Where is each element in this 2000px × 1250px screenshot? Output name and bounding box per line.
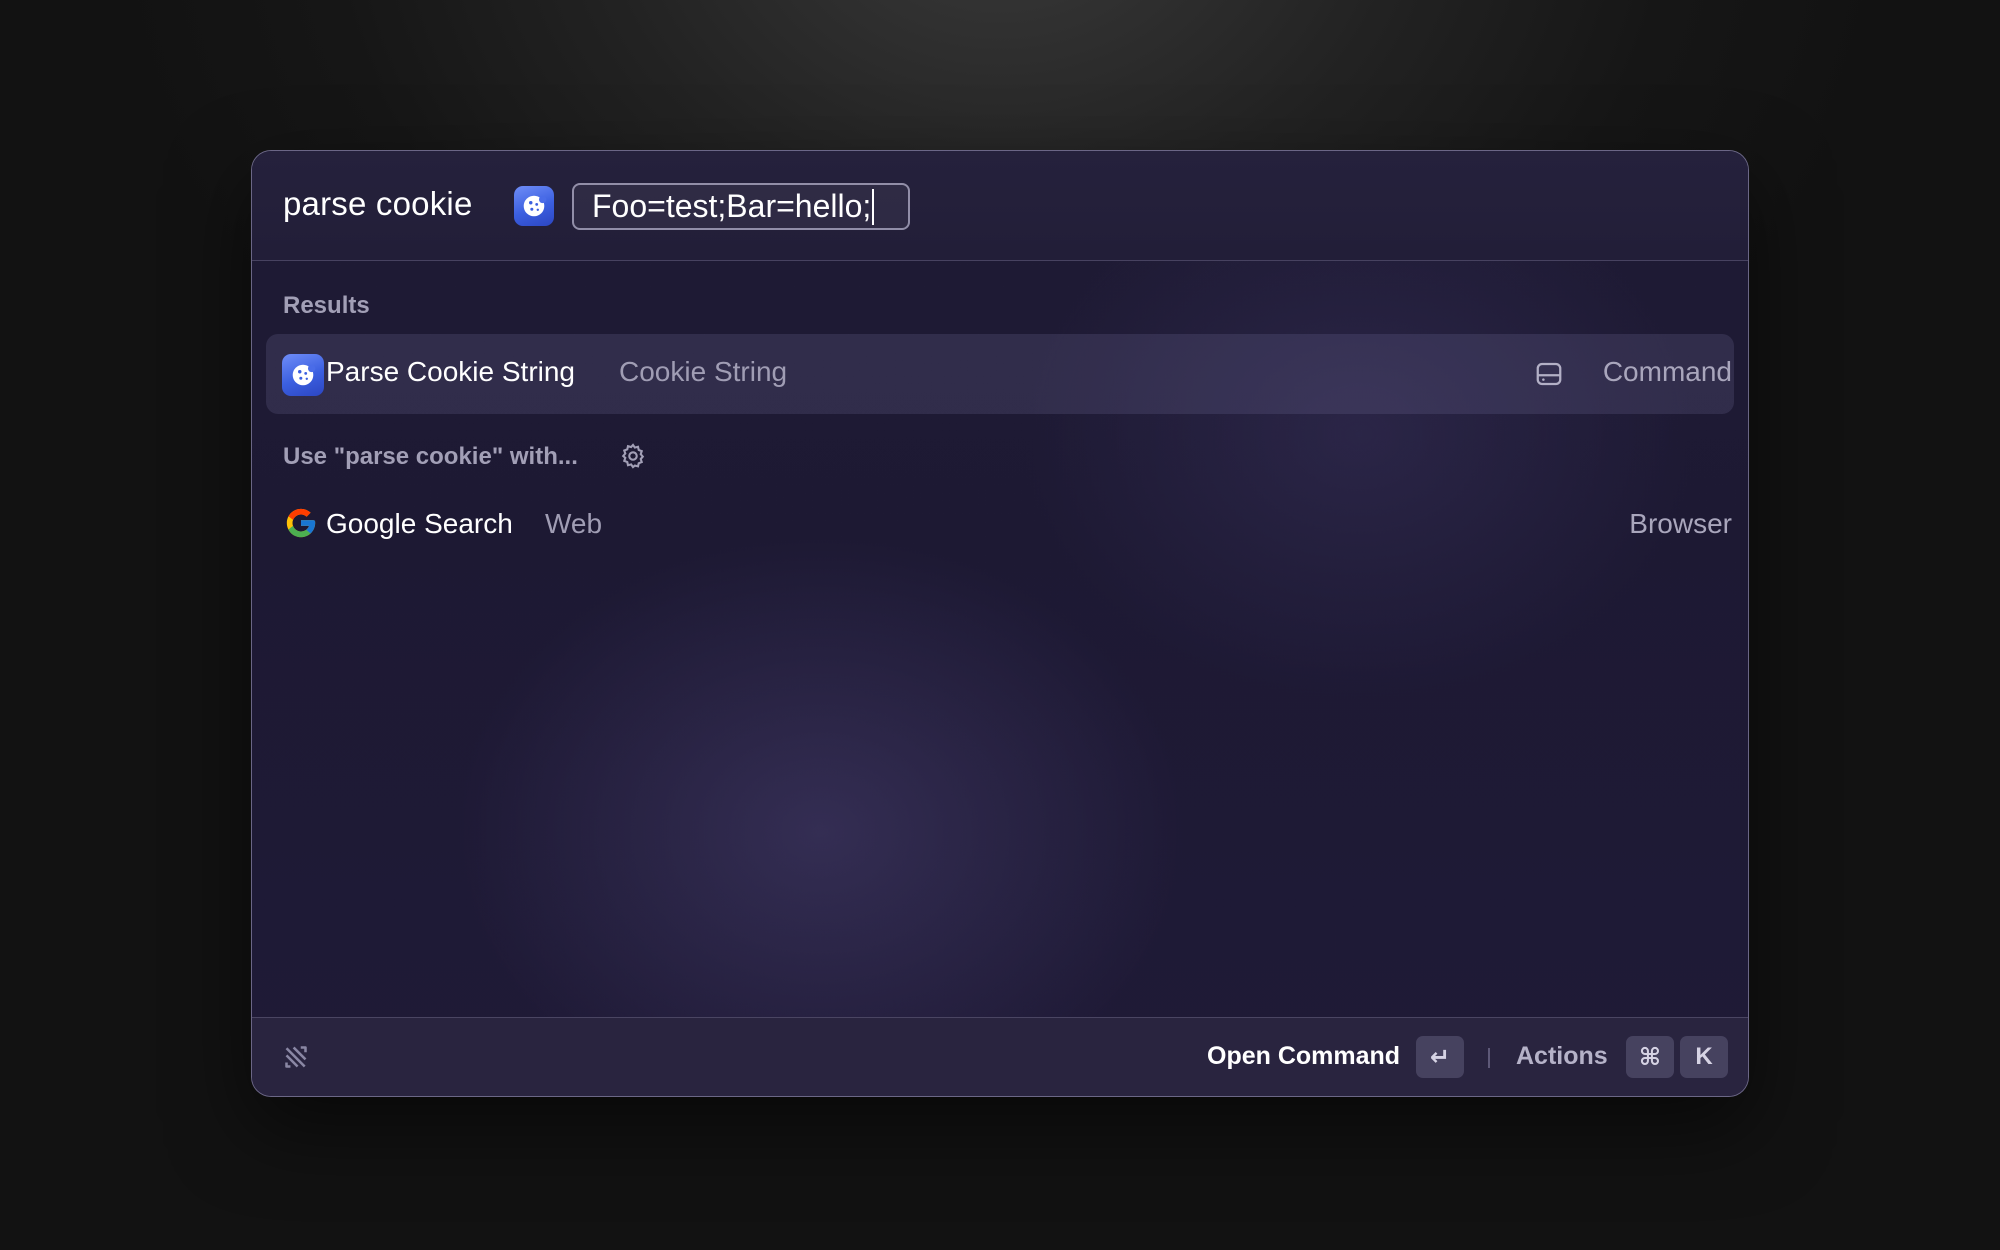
search-bar: parse cookie Foo=test;Bar=hello; — [252, 151, 1748, 261]
cookie-icon — [514, 186, 554, 226]
argument-input-value: Foo=test;Bar=hello; — [592, 188, 872, 224]
action-bar: Open Command ↵ Actions ⌘ K — [252, 1017, 1748, 1096]
search-query-text[interactable]: parse cookie — [283, 185, 473, 223]
section-label-fallback: Use "parse cookie" with... — [283, 443, 578, 470]
result-accessory: Command — [1602, 356, 1732, 387]
text-caret — [872, 188, 875, 225]
k-key-shortcut: K — [1680, 1036, 1728, 1078]
actions-button[interactable]: Actions — [1516, 1042, 1608, 1071]
result-row-parse-cookie-string[interactable]: Parse Cookie String Cookie String Comman… — [266, 334, 1734, 414]
footer-divider — [1488, 1048, 1490, 1068]
enter-key-shortcut: ↵ — [1416, 1036, 1464, 1078]
fallback-accessory: Browser — [1629, 508, 1732, 539]
result-title: Parse Cookie String — [326, 356, 576, 387]
result-subtitle: Cookie String — [619, 356, 788, 387]
fallback-subtitle: Web — [545, 508, 603, 539]
launcher-window: parse cookie Foo=test;Bar=hello; Results… — [251, 150, 1749, 1097]
fallback-title: Google Search — [326, 508, 513, 539]
open-command-button[interactable]: Open Command — [1207, 1042, 1400, 1071]
google-icon — [286, 508, 316, 538]
raycast-logo-icon — [285, 1046, 307, 1068]
command-key-shortcut: ⌘ — [1626, 1036, 1674, 1078]
gear-icon[interactable] — [619, 442, 647, 470]
argument-input[interactable]: Foo=test;Bar=hello; — [572, 183, 910, 230]
fallback-row-google-search[interactable]: Google Search Web Browser — [266, 487, 1734, 567]
cookie-icon — [282, 354, 324, 396]
section-label-results: Results — [283, 292, 370, 319]
drive-icon — [1536, 362, 1562, 386]
